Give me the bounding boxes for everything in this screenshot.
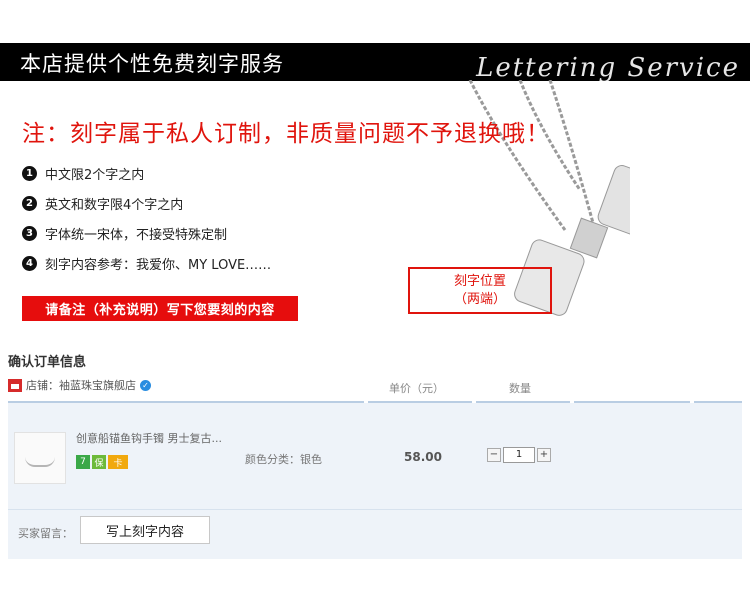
remark-instruction-button: 请备注（补充说明）写下您要刻的内容 — [22, 296, 298, 321]
callout-line-2: （两端） — [453, 292, 506, 307]
quantity-header: 数量 — [509, 382, 531, 395]
rule-item: 1 中文限2个字之内 — [22, 158, 271, 188]
product-title-link[interactable]: 创意船锚鱼钩手镯 男士复古... — [76, 430, 236, 446]
number-4-icon: 4 — [22, 255, 37, 271]
shop-icon — [8, 378, 22, 392]
shop-row: 店铺： 袖蓝珠宝旗舰店 ✓ — [8, 377, 151, 393]
increase-quantity-button[interactable]: + — [537, 448, 551, 462]
number-1-icon: 1 — [22, 165, 37, 181]
buyer-message-label: 买家留言： — [18, 527, 73, 540]
rule-item: 2 英文和数字限4个字之内 — [22, 188, 271, 218]
seven-day-return-icon: 7 — [76, 455, 90, 469]
number-2-icon: 2 — [22, 195, 37, 211]
product-thumbnail[interactable] — [14, 432, 66, 484]
engrave-position-callout: 刻字位置 （两端） — [408, 267, 552, 314]
warning-notice: 注：刻字属于私人订制，非质量问题不予退换哦！ — [22, 121, 550, 147]
shop-name-link[interactable]: 袖蓝珠宝旗舰店 — [59, 377, 136, 393]
banner: 本店提供个性免费刻字服务 Lettering Service — [0, 43, 750, 83]
quantity-stepper: − 1 + — [487, 447, 551, 463]
number-3-icon: 3 — [22, 225, 37, 241]
rule-text: 字体统一宋体，不接受特殊定制 — [45, 227, 228, 243]
product-variant: 颜色分类：银色 — [245, 453, 322, 466]
rule-text: 刻字内容参考：我爱你、MY LOVE…… — [45, 257, 272, 273]
unit-price: 58.00 — [404, 450, 442, 464]
guarantee-icon: 保 — [92, 455, 106, 469]
rule-item: 3 字体统一宋体，不接受特殊定制 — [22, 218, 271, 248]
banner-title: 本店提供个性免费刻字服务 — [20, 52, 284, 76]
rule-text: 英文和数字限4个字之内 — [45, 197, 184, 213]
order-section-title: 确认订单信息 — [8, 355, 87, 370]
banner-script-logo: Lettering Service — [476, 53, 740, 83]
unit-price-header: 单价（元） — [389, 382, 444, 395]
rule-list: 1 中文限2个字之内 2 英文和数字限4个字之内 3 字体统一宋体，不接受特殊定… — [22, 158, 271, 278]
quantity-input[interactable]: 1 — [503, 447, 535, 463]
credit-card-icon: 卡 — [108, 455, 128, 469]
buyer-message-input[interactable]: 写上刻字内容 — [80, 516, 210, 544]
rule-text: 中文限2个字之内 — [45, 167, 145, 183]
decrease-quantity-button[interactable]: − — [487, 448, 501, 462]
chat-icon[interactable]: ✓ — [140, 379, 151, 391]
rule-item: 4 刻字内容参考：我爱你、MY LOVE…… — [22, 248, 271, 278]
callout-line-1: 刻字位置 — [453, 274, 506, 289]
shop-label: 店铺： — [26, 379, 59, 392]
service-badges: 7 保 卡 — [76, 455, 128, 469]
